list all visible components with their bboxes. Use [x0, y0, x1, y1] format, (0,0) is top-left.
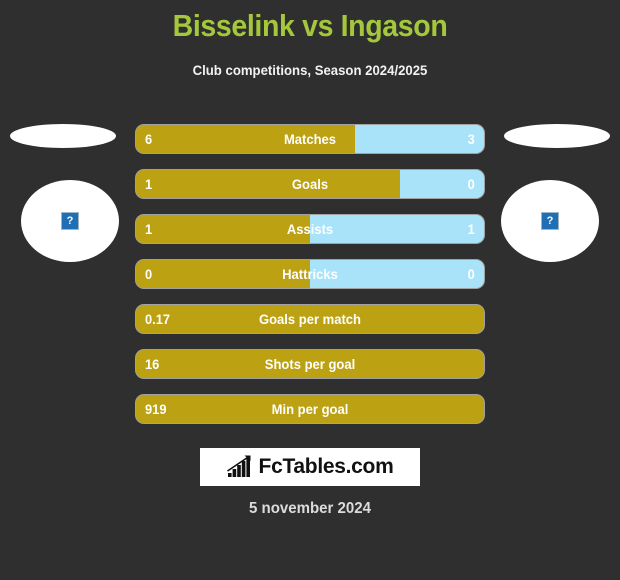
- stat-label: Min per goal: [271, 401, 349, 417]
- broken-image-icon: ?: [541, 212, 559, 230]
- home-player-photo: ?: [21, 180, 119, 262]
- away-player-photo: ?: [501, 180, 599, 262]
- home-player-name-placeholder: [10, 124, 116, 148]
- stat-label: Goals: [291, 176, 329, 192]
- stat-row: 0.17 Goals per match: [136, 305, 484, 333]
- fctables-logo[interactable]: FcTables.com: [200, 448, 420, 486]
- away-value: 1: [467, 221, 475, 237]
- stat-label: Assists: [286, 221, 334, 237]
- stat-bar-list: 6 Matches 3 1 Goals 0 1 Assists 1 0 Hattricks 0 0.17…: [136, 125, 484, 440]
- stat-row: 1 Assists 1: [136, 215, 484, 243]
- bar-chart-growth-icon: [226, 455, 251, 477]
- away-player-name-placeholder: [504, 124, 610, 148]
- stat-row: 0 Hattricks 0: [136, 260, 484, 288]
- away-value: 0: [467, 176, 475, 192]
- stat-row: 1 Goals 0: [136, 170, 484, 198]
- broken-image-icon: ?: [61, 212, 79, 230]
- date-label: 5 november 2024: [248, 500, 372, 517]
- stat-label: Goals per match: [258, 311, 362, 327]
- stat-comparison-page: Bisselink vs Ingason Club competitions, …: [0, 0, 620, 580]
- away-value: 3: [467, 131, 475, 147]
- fctables-logo-text: FcTables.com: [258, 455, 394, 478]
- stat-label: Hattricks: [282, 266, 338, 282]
- stat-label: Matches: [283, 131, 337, 147]
- stat-row: 16 Shots per goal: [136, 350, 484, 378]
- stat-row: 6 Matches 3: [136, 125, 484, 153]
- away-value: 0: [467, 266, 475, 282]
- page-title: Bisselink vs Ingason: [172, 8, 448, 43]
- stat-row: 919 Min per goal: [136, 395, 484, 423]
- page-subtitle: Club competitions, Season 2024/2025: [192, 62, 428, 78]
- stat-label: Shots per goal: [264, 356, 356, 372]
